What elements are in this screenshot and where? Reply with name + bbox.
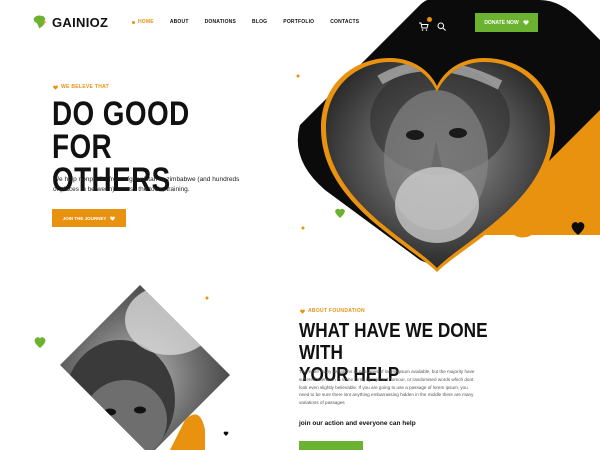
heart-icon xyxy=(300,308,305,314)
join-journey-button[interactable]: JOIN THE JOURNEY xyxy=(52,209,126,227)
nav-item-label: ABOUT xyxy=(169,19,189,25)
africa-leaf-icon xyxy=(33,15,47,29)
nav-item-label: CONTACTS xyxy=(330,19,360,25)
brand-name: GAINIOZ xyxy=(52,14,109,30)
search-button[interactable] xyxy=(437,18,446,31)
nav-item-contacts[interactable]: CONTACTS xyxy=(330,19,359,25)
brand-logo[interactable]: GAINIOZ xyxy=(31,13,108,31)
section-callout: join our action and everyone can help xyxy=(299,420,416,427)
donate-now-button[interactable]: DONATE NOW xyxy=(475,13,538,32)
nav-item-label: HOME xyxy=(138,19,154,25)
cart-count-badge xyxy=(427,17,432,22)
section-title-line-1: WHAT HAVE WE DONE WITH xyxy=(299,320,488,364)
join-journey-label: JOIN THE JOURNEY xyxy=(62,215,107,221)
hero-kicker-text: WE BELEVE THAT xyxy=(61,84,109,90)
nav-item-blog[interactable]: BLOG xyxy=(252,19,267,25)
section-kicker-text: ABOUT FOUNDATION xyxy=(308,308,365,314)
heart-icon xyxy=(523,20,529,25)
main-nav: HOME ABOUT DONATIONS BLOG PORTFOLIO CONT… xyxy=(132,19,375,25)
hero-kicker: WE BELEVE THAT xyxy=(53,84,109,90)
nav-item-donations[interactable]: DONATIONS xyxy=(205,19,236,25)
section-body: There are many variations of passages of… xyxy=(299,369,475,406)
section-action-button[interactable] xyxy=(299,441,363,450)
hero-description: We help nonprofits from afghanistan to z… xyxy=(53,176,240,193)
nav-item-about[interactable]: ABOUT xyxy=(170,19,189,25)
nav-item-label: PORTFOLIO xyxy=(283,19,315,25)
hero-title-line-1: DO GOOD FOR xyxy=(52,95,190,166)
active-dot-icon xyxy=(132,20,135,24)
heart-icon xyxy=(110,215,116,221)
nav-item-label: BLOG xyxy=(252,19,268,25)
cart-icon xyxy=(419,22,429,31)
cart-button[interactable] xyxy=(419,17,432,31)
donate-label: DONATE NOW xyxy=(484,19,519,26)
nav-item-portfolio[interactable]: PORTFOLIO xyxy=(283,19,314,25)
nav-item-label: DONATIONS xyxy=(204,19,237,25)
nav-item-home[interactable]: HOME xyxy=(132,19,154,25)
heart-icon xyxy=(53,84,58,90)
section-kicker: ABOUT FOUNDATION xyxy=(300,308,365,314)
search-icon xyxy=(437,22,446,31)
